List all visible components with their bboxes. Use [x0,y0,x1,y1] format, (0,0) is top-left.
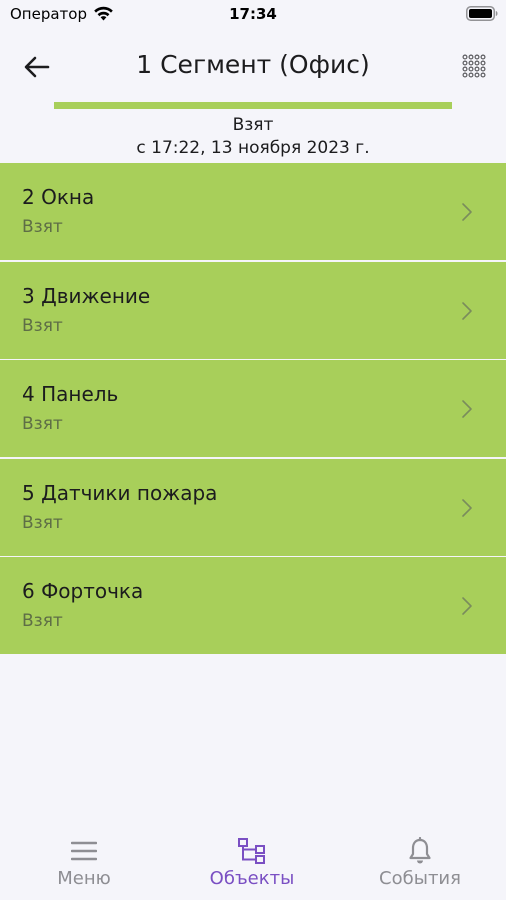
bell-icon [409,837,431,864]
zone-status: Взят [22,414,63,434]
tab-objects-label: Объекты [209,868,295,889]
menu-icon [71,841,97,861]
arrow-left-icon [24,56,50,78]
zone-item[interactable]: 2 Окна Взят [0,163,506,260]
chevron-right-icon [462,597,472,615]
chevron-right-icon [462,203,472,221]
zone-status: Взят [22,315,63,336]
chevron-right-icon [462,400,472,418]
zone-item[interactable]: 5 Датчики пожара Взят [0,458,506,556]
segment-status-state: Взят [232,115,274,135]
tab-events-label: События [379,868,461,889]
zone-list: 2 Окна Взят 3 Движение Взят 4 Панель Взя… [0,163,506,654]
zone-item[interactable]: 4 Панель Взят [0,360,506,457]
tab-bar: Меню Объекты События [0,828,506,900]
grid-menu-button[interactable] [458,50,490,82]
tab-menu-label: Меню [57,868,111,889]
zone-item[interactable]: 3 Движение Взят [0,261,506,359]
segment-status-since: с 17:22, 13 ноября 2023 г. [136,138,370,158]
zone-name: 3 Движение [22,283,151,308]
zone-item[interactable]: 6 Форточка Взят [0,557,506,654]
segment-status-bar [54,102,452,109]
app-screen: Оператор 17:34 1 Сегмент (Офис) Взят с 1… [0,0,506,900]
status-bar: Оператор 17:34 [0,0,506,28]
chevron-right-icon [462,498,472,517]
tab-events[interactable]: События [336,828,504,900]
zone-status: Взят [22,611,63,631]
zone-name: 4 Панель [22,382,119,406]
tab-objects[interactable]: Объекты [168,828,336,900]
chevron-right-icon [462,301,472,320]
page-title: 1 Сегмент (Офис) [136,50,370,79]
zone-status: Взят [22,512,63,533]
back-button[interactable] [20,50,54,84]
zone-status: Взят [22,217,63,237]
navigation-bar: 1 Сегмент (Офис) [0,28,506,102]
objects-tree-icon [238,838,265,864]
zone-name: 5 Датчики пожара [22,480,218,505]
zone-name: 2 Окна [22,185,95,209]
battery-icon [466,6,498,21]
tab-menu[interactable]: Меню [0,828,168,900]
grid-dots-icon [462,54,486,78]
segment-status: Взят с 17:22, 13 ноября 2023 г. [0,114,506,160]
zone-name: 6 Форточка [22,579,144,603]
status-time: 17:34 [229,5,277,23]
